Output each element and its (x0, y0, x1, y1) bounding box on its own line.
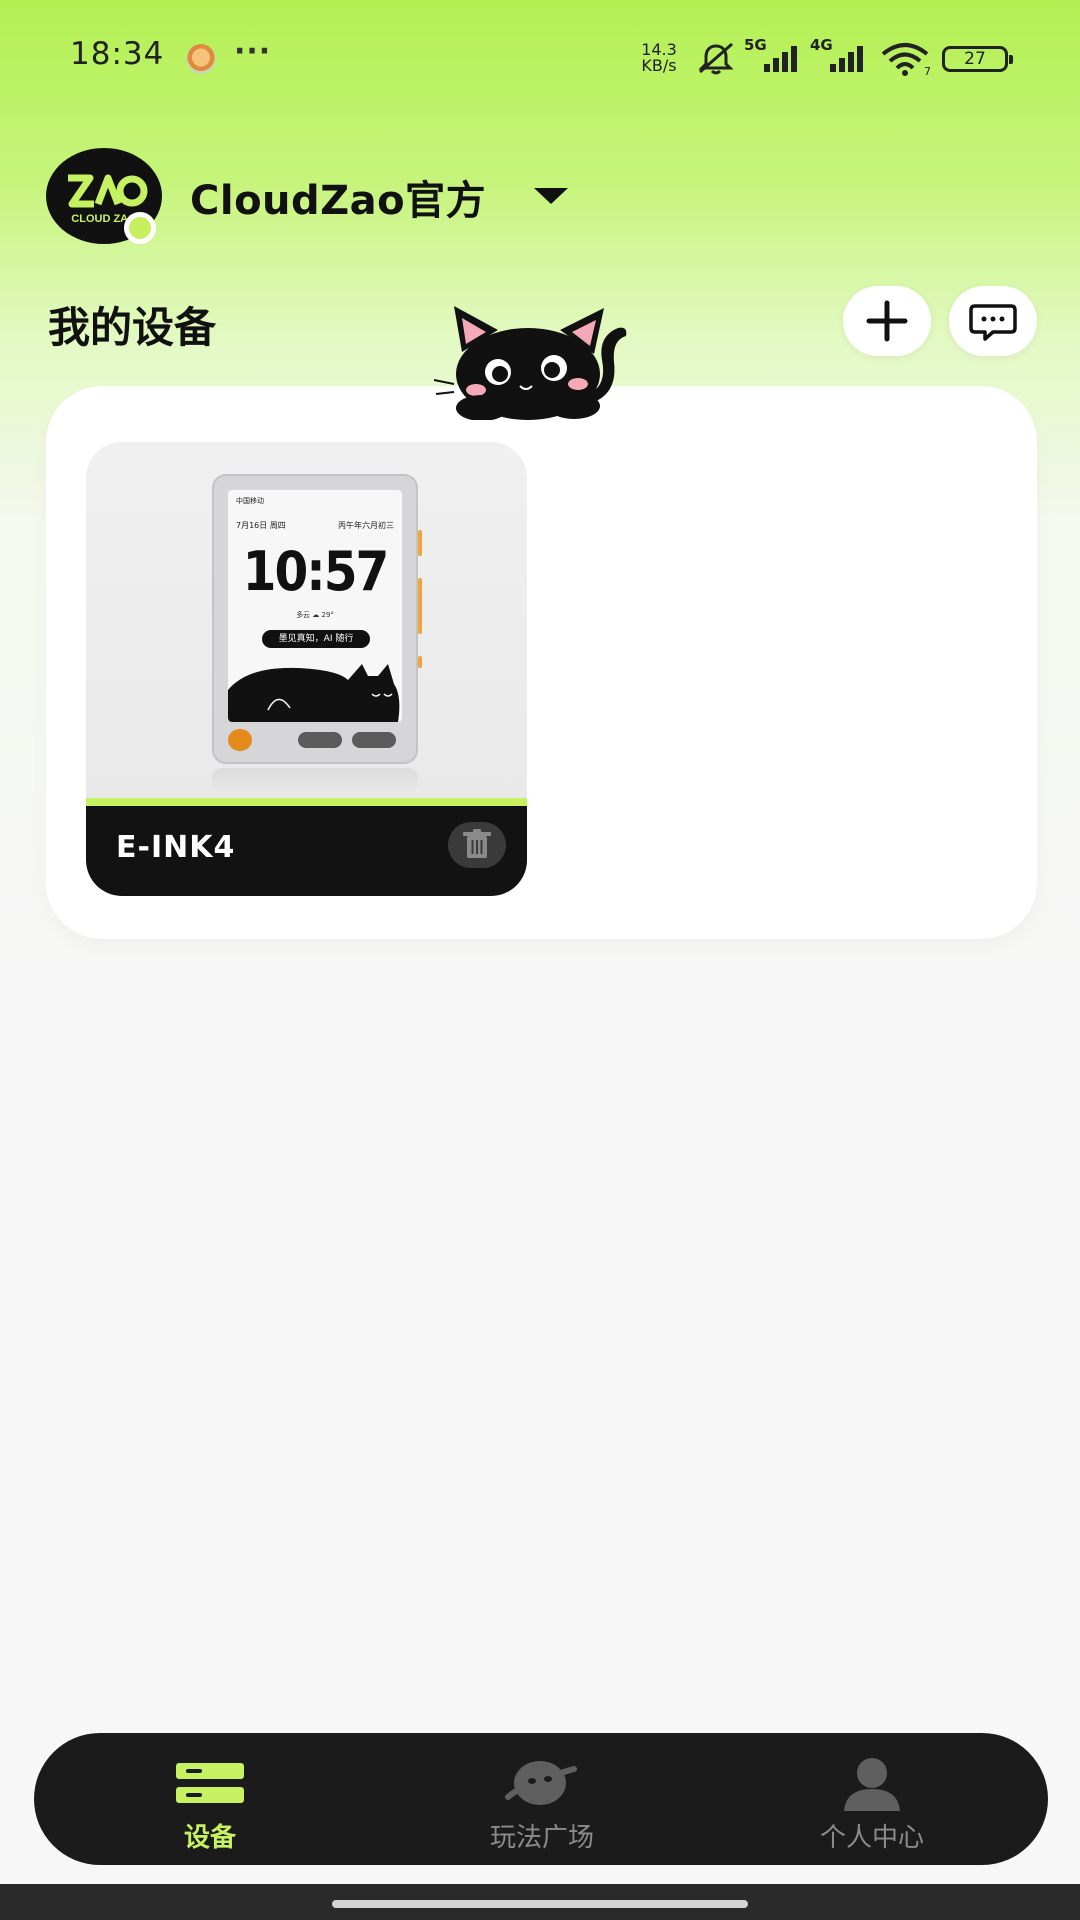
eink-side-key-1 (418, 530, 422, 556)
device-card[interactable]: 中国移动 7月16日 周四 丙午年六月初三 10:57 多云 ☁ 29° 墨见真… (86, 442, 527, 896)
mute-bell-icon (698, 42, 734, 75)
device-card-footer: E-INK4 (86, 806, 527, 896)
eink-orange-button (228, 729, 252, 751)
plus-icon (866, 300, 908, 342)
cat-mascot-icon (433, 306, 627, 420)
bottom-navigation: 设备 玩法广场 个人中心 (34, 1733, 1048, 1865)
eink-speech-bubble: 墨见真知，AI 随行 (262, 630, 370, 648)
device-reflection (212, 768, 418, 794)
notification-app-icon (186, 44, 216, 74)
online-status-dot (124, 212, 156, 244)
nav-label-profile: 个人中心 (819, 1823, 924, 1853)
home-gesture-handle[interactable] (332, 1900, 748, 1908)
device-card-accent (86, 798, 527, 806)
chat-bubble-icon (969, 304, 1017, 341)
more-notifications-icon: ··· (234, 34, 272, 69)
messages-button[interactable] (949, 286, 1037, 356)
devices-icon (176, 1763, 244, 1803)
status-bar: 18:34 ··· 14.3 KB/s 5G 4G 7 27 (0, 0, 1080, 118)
nav-item-profile[interactable]: 个人中心 (772, 1733, 972, 1865)
eink-status-text: 中国移动 (236, 497, 264, 505)
eink-screen: 中国移动 7月16日 周四 丙午年六月初三 10:57 多云 ☁ 29° 墨见真… (228, 490, 402, 722)
eink-side-key-2 (418, 578, 422, 634)
nav-item-plaza[interactable]: 玩法广场 (442, 1733, 642, 1865)
eink-button-1 (298, 732, 342, 748)
user-icon (844, 1758, 900, 1811)
trash-icon (463, 829, 491, 858)
eink-date-row: 7月16日 周四 丙午年六月初三 (236, 520, 394, 531)
device-preview-image: 中国移动 7月16日 周四 丙午年六月初三 10:57 多云 ☁ 29° 墨见真… (86, 442, 527, 798)
network-type-4g: 4G (810, 36, 833, 54)
planet-icon (505, 1761, 577, 1805)
network-speed: 14.3 KB/s (636, 42, 682, 74)
wifi-icon: 7 (881, 43, 930, 76)
account-name[interactable]: CloudZao官方 (190, 168, 486, 226)
eink-device-mockup: 中国移动 7月16日 周四 丙午年六月初三 10:57 多云 ☁ 29° 墨见真… (212, 474, 422, 764)
add-device-button[interactable] (843, 286, 931, 356)
eink-button-2 (352, 732, 396, 748)
nav-label-plaza: 玩法广场 (489, 1823, 594, 1853)
nav-label-devices: 设备 (183, 1823, 236, 1853)
network-type-5g: 5G (744, 36, 767, 54)
eink-lunar-date: 丙午年六月初三 (338, 521, 394, 530)
sleeping-cat-icon (228, 664, 400, 722)
eink-side-key-3 (418, 656, 422, 668)
device-name: E-INK4 (116, 830, 236, 865)
wifi-sub-label: 7 (924, 65, 930, 76)
delete-device-button[interactable] (448, 822, 506, 868)
battery-icon: 27 (942, 46, 1013, 72)
account-switch-caret-icon[interactable] (534, 188, 568, 204)
eink-date: 7月16日 周四 (236, 521, 286, 530)
signal-5g-icon: 5G (744, 36, 806, 74)
status-time: 18:34 (70, 36, 165, 72)
system-gesture-area (0, 1884, 1080, 1920)
eink-clock: 10:57 (242, 540, 390, 603)
signal-4g-icon: 4G (810, 36, 872, 74)
section-title: 我的设备 (48, 303, 217, 352)
nav-item-devices[interactable]: 设备 (110, 1733, 310, 1865)
network-speed-unit: KB/s (641, 56, 677, 75)
eink-weather: 多云 ☁ 29° (296, 611, 334, 619)
